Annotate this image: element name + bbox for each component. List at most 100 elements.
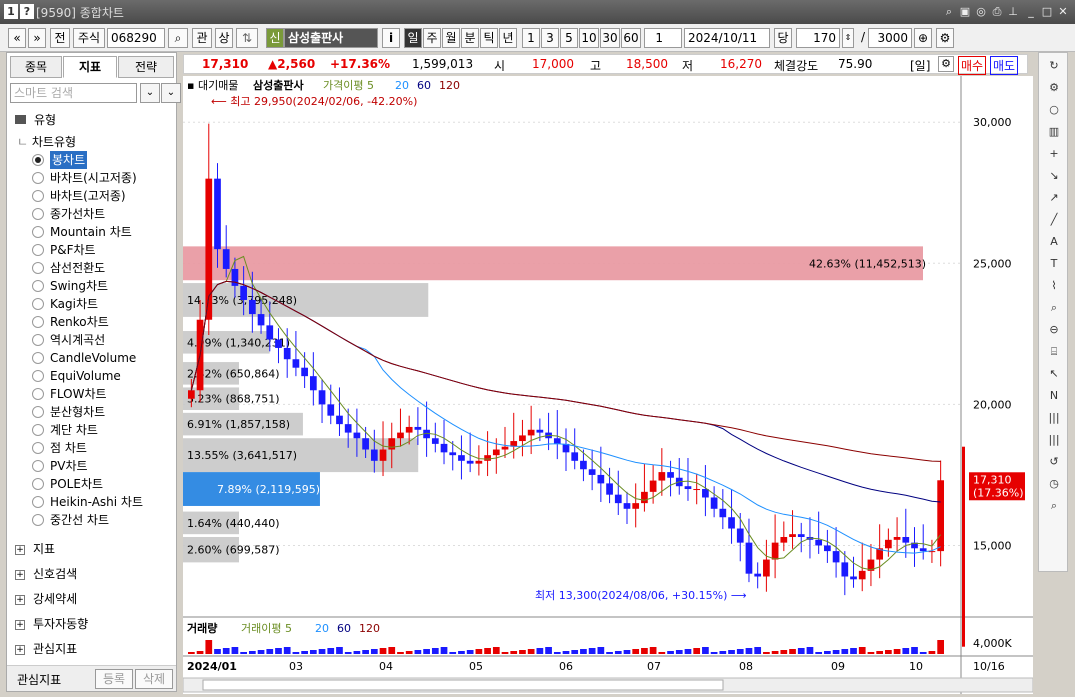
- radio-icon[interactable]: [32, 460, 44, 472]
- dang-button[interactable]: 당: [774, 28, 792, 48]
- radio-icon[interactable]: [32, 514, 44, 526]
- radio-icon[interactable]: [32, 352, 44, 364]
- chart-type-item[interactable]: 바차트(고저종): [7, 187, 176, 205]
- interval-5-button[interactable]: 5: [560, 28, 578, 48]
- chart-type-item[interactable]: Swing차트: [7, 277, 176, 295]
- stock-code-input[interactable]: 068290: [107, 28, 165, 48]
- radio-icon[interactable]: [32, 226, 44, 238]
- chart-type-item[interactable]: Kagi차트: [7, 295, 176, 313]
- draw-line-icon[interactable]: ╱: [1045, 211, 1063, 229]
- chart-type-item[interactable]: 점 차트: [7, 439, 176, 457]
- ruler-icon[interactable]: ⌸: [1045, 343, 1063, 361]
- gwan-button[interactable]: 관: [192, 28, 212, 48]
- radio-icon[interactable]: [32, 298, 44, 310]
- chart-settings-icon[interactable]: ⚙: [938, 56, 954, 72]
- expand-icon[interactable]: +: [15, 619, 25, 630]
- tab-strategy[interactable]: 전략: [118, 56, 174, 78]
- prev-stock-button[interactable]: 전: [50, 28, 70, 48]
- radio-icon[interactable]: [32, 442, 44, 454]
- maximize-icon[interactable]: □: [1040, 5, 1054, 19]
- chart-type-item[interactable]: Mountain 차트: [7, 223, 176, 241]
- period-week-tab[interactable]: 주: [423, 28, 441, 48]
- magnifier-icon[interactable]: ⌕: [1045, 497, 1063, 515]
- chart-type-item[interactable]: CandleVolume: [7, 349, 176, 367]
- chart-type-item[interactable]: FLOW차트: [7, 385, 176, 403]
- chart-area[interactable]: ▪ 대기매물 삼성출판사 가격이평 5 20 60 120 30,000 25,000 20,0…: [182, 76, 1034, 694]
- date-input[interactable]: 2024/10/11: [684, 28, 770, 48]
- tab-indicator[interactable]: 지표: [63, 56, 117, 78]
- delete-button[interactable]: 삭제: [135, 669, 173, 689]
- nav-prev-button[interactable]: «: [8, 28, 26, 48]
- sang-button[interactable]: 상: [215, 28, 233, 48]
- refresh-icon[interactable]: ↻: [1045, 57, 1063, 75]
- radio-icon[interactable]: [32, 334, 44, 346]
- radio-icon[interactable]: [32, 424, 44, 436]
- radio-icon[interactable]: [32, 262, 44, 274]
- save-icon[interactable]: ▣: [958, 5, 972, 19]
- expand-icon[interactable]: +: [15, 644, 25, 655]
- chart-type-item[interactable]: 종가선차트: [7, 205, 176, 223]
- collapse-icon[interactable]: ⌄: [161, 83, 181, 103]
- auto-icon[interactable]: A: [1045, 233, 1063, 251]
- trend-tool-icon[interactable]: ↗: [1045, 189, 1063, 207]
- zoom-out-icon[interactable]: ⊖: [1045, 321, 1063, 339]
- chart-type-item[interactable]: Renko차트: [7, 313, 176, 331]
- search-icon[interactable]: ⌕: [168, 28, 188, 48]
- stock-name-field[interactable]: 삼성출판사: [284, 28, 378, 48]
- period-minute-tab[interactable]: 분: [461, 28, 479, 48]
- group-item[interactable]: + 지표: [15, 539, 55, 559]
- chart-type-item[interactable]: P&F차트: [7, 241, 176, 259]
- chart-type-item[interactable]: 바차트(시고저종): [7, 169, 176, 187]
- interval-3-button[interactable]: 3: [541, 28, 559, 48]
- text-icon[interactable]: T: [1045, 255, 1063, 273]
- radio-icon[interactable]: [32, 172, 44, 184]
- info-button[interactable]: i: [382, 28, 400, 48]
- group-item[interactable]: + 투자자동향: [15, 614, 88, 634]
- radio-icon[interactable]: [32, 388, 44, 400]
- chart-type-item[interactable]: EquiVolume: [7, 367, 176, 385]
- radio-icon[interactable]: [32, 154, 44, 166]
- fib-icon[interactable]: ⌇: [1045, 277, 1063, 295]
- gear-icon[interactable]: ⚙: [1045, 79, 1063, 97]
- clock-icon[interactable]: ◷: [1045, 475, 1063, 493]
- chart-type-item[interactable]: Heikin-Ashi 차트: [7, 493, 176, 511]
- period-day-tab[interactable]: 일: [404, 28, 422, 48]
- group-item[interactable]: + 관심지표: [15, 639, 77, 659]
- price-chart[interactable]: ▪ 대기매물 삼성출판사 가격이평 5 20 60 120 30,000 25,000 20,0…: [182, 76, 1034, 694]
- bars2-icon[interactable]: |||: [1045, 431, 1063, 449]
- register-button[interactable]: 등록: [95, 669, 133, 689]
- crosshair-icon[interactable]: +: [1045, 145, 1063, 163]
- stock-type-button[interactable]: 주식: [73, 28, 105, 48]
- period-year-tab[interactable]: 년: [499, 28, 517, 48]
- tree-group-chart-type[interactable]: ㄴ 차트유형: [17, 133, 76, 151]
- chart-type-item[interactable]: POLE차트: [7, 475, 176, 493]
- radio-icon[interactable]: [32, 406, 44, 418]
- count-input[interactable]: 170: [796, 28, 840, 48]
- scrollbar-thumb[interactable]: [202, 679, 724, 691]
- interval-select[interactable]: 1: [644, 28, 682, 48]
- settings-icon[interactable]: ⚙: [936, 28, 954, 48]
- search-down-icon[interactable]: ⌄: [140, 83, 160, 103]
- radio-icon[interactable]: [32, 478, 44, 490]
- zoom-icon[interactable]: ⌕: [1045, 299, 1063, 317]
- period-month-tab[interactable]: 월: [442, 28, 460, 48]
- n-icon[interactable]: N: [1045, 387, 1063, 405]
- cursor-icon[interactable]: ↖: [1045, 365, 1063, 383]
- expand-icon[interactable]: +: [15, 544, 25, 555]
- chart-type-item[interactable]: 분산형차트: [7, 403, 176, 421]
- radio-icon[interactable]: [32, 496, 44, 508]
- circle-icon[interactable]: ○: [1045, 101, 1063, 119]
- search-window-icon[interactable]: ⌕: [942, 5, 956, 19]
- tree-root[interactable]: 유형: [15, 111, 56, 129]
- radio-icon[interactable]: [32, 208, 44, 220]
- spin-icon[interactable]: ⇅: [236, 28, 258, 48]
- chart-type-item[interactable]: 중간선 차트: [7, 511, 176, 529]
- interval-1-button[interactable]: 1: [522, 28, 540, 48]
- group-item[interactable]: + 강세약세: [15, 589, 77, 609]
- undo-icon[interactable]: ↺: [1045, 453, 1063, 471]
- radio-icon[interactable]: [32, 244, 44, 256]
- print-icon[interactable]: ⎙: [990, 5, 1004, 19]
- buy-button[interactable]: 매수: [958, 56, 987, 75]
- radio-icon[interactable]: [32, 370, 44, 382]
- chart-type-item[interactable]: 계단 차트: [7, 421, 176, 439]
